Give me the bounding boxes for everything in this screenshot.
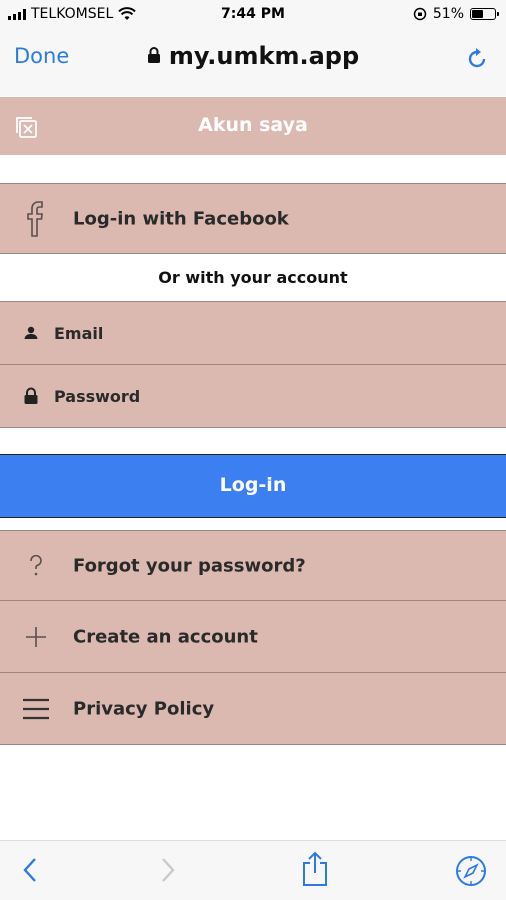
lock-icon xyxy=(147,47,160,63)
share-icon[interactable] xyxy=(300,851,330,887)
create-account-link[interactable]: Create an account xyxy=(0,600,506,673)
password-row xyxy=(0,364,506,428)
battery-icon xyxy=(470,8,499,20)
url-text: my.umkm.app xyxy=(168,42,360,70)
password-input[interactable] xyxy=(54,365,494,427)
battery-fill xyxy=(472,10,483,18)
forgot-password-label: Forgot your password? xyxy=(73,555,306,576)
facebook-login-label: Log-in with Facebook xyxy=(73,208,289,229)
facebook-login-button[interactable]: Log-in with Facebook xyxy=(0,183,506,254)
question-icon xyxy=(30,554,42,575)
privacy-policy-link[interactable]: Privacy Policy xyxy=(0,672,506,745)
plus-icon xyxy=(26,626,46,647)
orientation-lock-icon xyxy=(413,7,427,21)
reload-icon[interactable] xyxy=(464,46,490,72)
compass-icon[interactable] xyxy=(455,855,487,887)
page-title: Akun saya xyxy=(198,114,308,136)
back-icon[interactable] xyxy=(20,855,40,885)
forgot-password-link[interactable]: Forgot your password? xyxy=(0,530,506,601)
email-row xyxy=(0,301,506,364)
app-header: Akun saya xyxy=(0,97,506,155)
login-button[interactable]: Log-in xyxy=(0,454,506,518)
forward-icon[interactable] xyxy=(158,855,178,885)
status-bar: TELKOMSEL 7:44 PM 51% xyxy=(0,0,506,30)
status-right: 51% xyxy=(413,6,499,22)
menu-icon xyxy=(23,698,49,719)
padlock-icon xyxy=(24,387,38,404)
divider-text: Or with your account xyxy=(158,268,348,287)
privacy-policy-label: Privacy Policy xyxy=(73,698,215,719)
browser-toolbar xyxy=(0,840,506,900)
url-display[interactable]: my.umkm.app xyxy=(0,42,506,70)
screen: TELKOMSEL 7:44 PM 51% Done my.umkm.app A… xyxy=(0,0,506,900)
browser-bar: Done my.umkm.app xyxy=(0,30,506,96)
create-account-label: Create an account xyxy=(73,626,258,647)
facebook-icon xyxy=(27,200,43,237)
battery-percent: 51% xyxy=(432,6,464,22)
user-icon xyxy=(24,326,38,339)
email-input[interactable] xyxy=(54,302,494,364)
